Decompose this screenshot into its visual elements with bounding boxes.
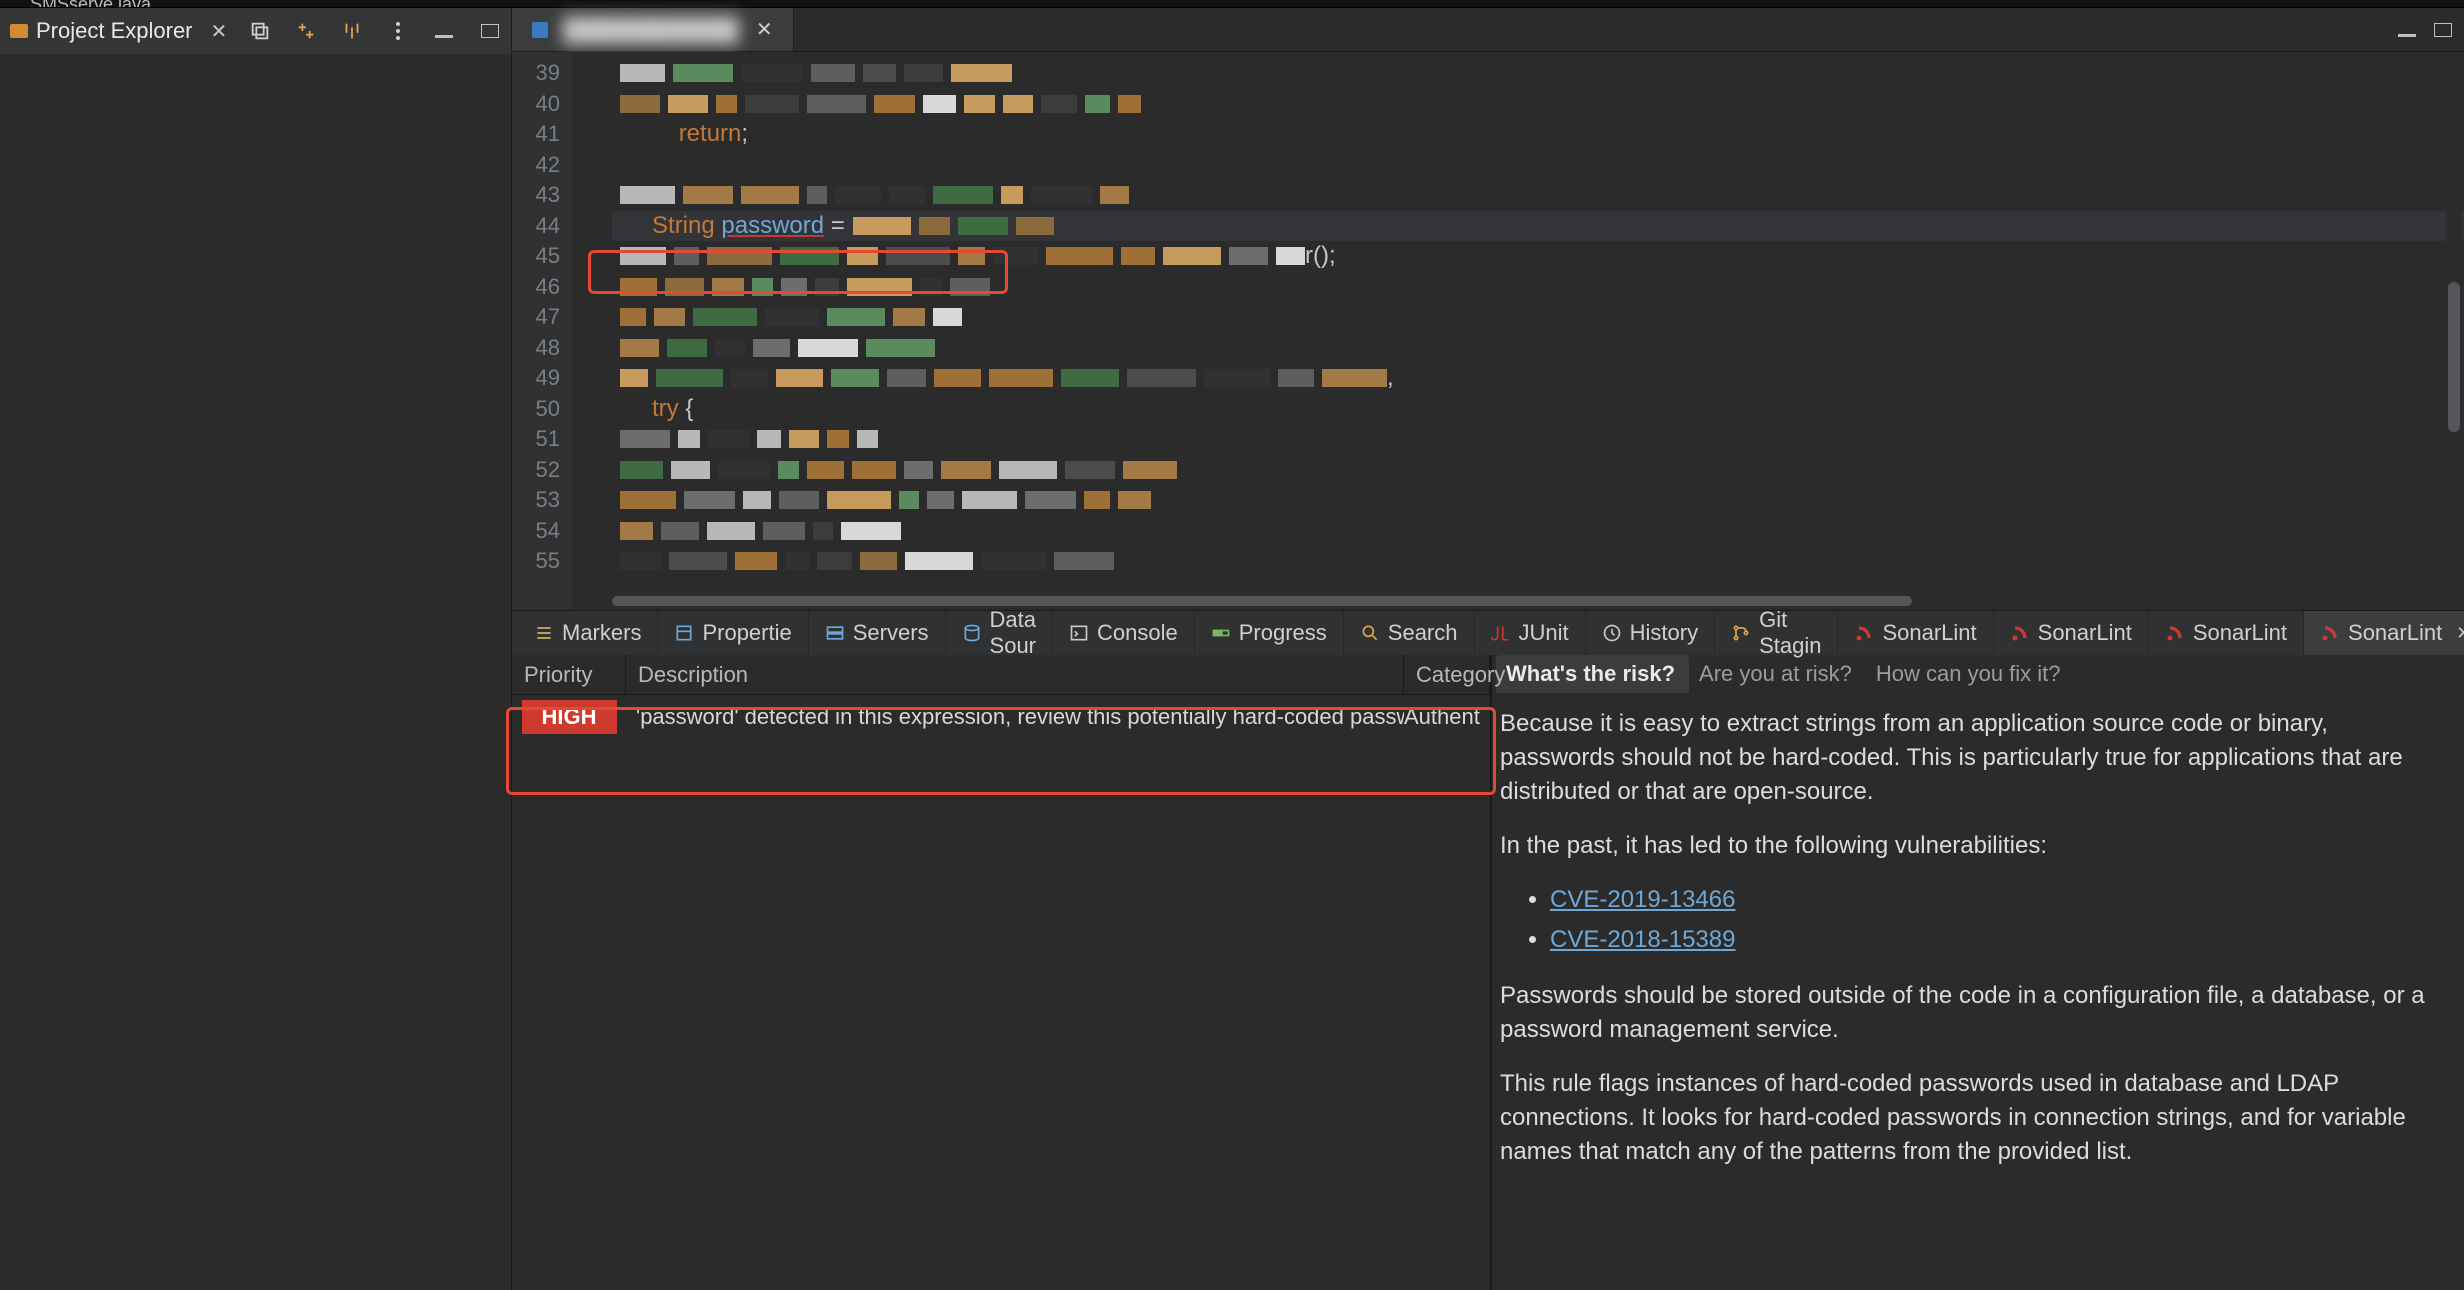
- search-icon: [1360, 623, 1380, 643]
- window-title-strip: SMSserve.java: [0, 0, 2464, 8]
- view-tab-label: SonarLint: [2193, 620, 2287, 646]
- view-tab-label: Progress: [1239, 620, 1327, 646]
- priority-badge: HIGH: [522, 700, 617, 734]
- server-icon: [825, 623, 845, 643]
- code-editor[interactable]: 3940414243444546474849505152535455 retur…: [512, 52, 2464, 610]
- detail-tab[interactable]: How can you fix it?: [1866, 655, 2075, 693]
- view-tab-label: Propertie: [702, 620, 791, 646]
- detail-tab[interactable]: What's the risk?: [1496, 655, 1689, 693]
- project-explorer-title: Project Explorer: [36, 18, 193, 44]
- detail-tabs: What's the risk?Are you at risk?How can …: [1492, 655, 2464, 693]
- code-area[interactable]: return; String password =r();, try {: [572, 52, 2464, 610]
- cve-link[interactable]: CVE-2018-15389: [1550, 926, 1735, 953]
- view-tab-label: Search: [1388, 620, 1458, 646]
- view-tab-servers[interactable]: Servers: [809, 611, 946, 655]
- filter-icon[interactable]: [341, 20, 363, 42]
- view-menu-icon[interactable]: [387, 20, 409, 42]
- editor-tabstrip: ██████████ ✕: [512, 8, 2464, 52]
- issue-row[interactable]: HIGH 'password' detected in this express…: [512, 695, 1490, 739]
- detail-paragraph: This rule flags instances of hard-coded …: [1500, 1067, 2440, 1169]
- editor-tab[interactable]: ██████████ ✕: [512, 8, 794, 51]
- view-tab-sonarlint[interactable]: SonarLint ✕: [2304, 611, 2464, 655]
- view-tab-history[interactable]: History: [1586, 611, 1715, 655]
- sonar-icon: [1854, 623, 1874, 643]
- list-icon: [534, 623, 554, 643]
- detail-body[interactable]: Because it is easy to extract strings fr…: [1492, 693, 2464, 1290]
- close-icon[interactable]: ✕: [756, 17, 773, 42]
- collapse-all-icon[interactable]: [249, 20, 271, 42]
- minimize-editor-icon[interactable]: [2396, 19, 2418, 41]
- col-description[interactable]: Description: [626, 655, 1404, 694]
- line-gutter: 3940414243444546474849505152535455: [512, 52, 572, 610]
- view-tab-label: Console: [1097, 620, 1178, 646]
- view-tab-data-sour[interactable]: Data Sour: [946, 611, 1053, 655]
- java-file-icon: [532, 22, 548, 38]
- folder-icon: [10, 24, 28, 38]
- detail-paragraph: In the past, it has led to the following…: [1500, 829, 2440, 863]
- view-tab-sonarlint[interactable]: SonarLint: [2149, 611, 2304, 655]
- sonar-icon: [2165, 623, 2185, 643]
- view-tab-label: Markers: [562, 620, 641, 646]
- horizontal-scrollbar[interactable]: [572, 594, 2444, 608]
- project-explorer-view: Project Explorer ✕: [0, 8, 512, 1290]
- view-tab-propertie[interactable]: Propertie: [658, 611, 808, 655]
- view-tab-label: Data Sour: [990, 607, 1036, 659]
- view-tab-label: Servers: [853, 620, 929, 646]
- sonar-icon: [2320, 623, 2340, 643]
- view-tab-label: Git Stagin: [1759, 607, 1821, 659]
- issue-details-pane: What's the risk?Are you at risk?How can …: [1492, 655, 2464, 1290]
- history-icon: [1602, 623, 1622, 643]
- minimize-view-icon[interactable]: [433, 20, 455, 42]
- props-icon: [674, 623, 694, 643]
- cve-link[interactable]: CVE-2019-13466: [1550, 886, 1735, 913]
- maximize-editor-icon[interactable]: [2432, 19, 2454, 41]
- view-tab-label: SonarLint: [1882, 620, 1976, 646]
- view-tab-console[interactable]: Console: [1053, 611, 1195, 655]
- view-tab-label: SonarLint: [2348, 620, 2442, 646]
- progress-icon: [1211, 623, 1231, 643]
- issues-header-row: Priority Description Category: [512, 655, 1490, 695]
- view-tab-label: History: [1630, 620, 1698, 646]
- cve-item: CVE-2019-13466: [1550, 883, 2440, 917]
- view-tab-junit[interactable]: JUnit: [1475, 611, 1586, 655]
- junit-icon: [1491, 623, 1511, 643]
- view-tab-search[interactable]: Search: [1344, 611, 1475, 655]
- issue-category: Authent: [1404, 704, 1490, 730]
- view-tab-markers[interactable]: Markers: [518, 611, 658, 655]
- cve-list: CVE-2019-13466 CVE-2018-15389: [1550, 883, 2440, 957]
- view-tab-progress[interactable]: Progress: [1195, 611, 1344, 655]
- view-tab-git-stagin[interactable]: Git Stagin: [1715, 611, 1838, 655]
- title-file: SMSserve.java: [30, 0, 151, 8]
- sonar-icon: [2010, 623, 2030, 643]
- detail-tab[interactable]: Are you at risk?: [1689, 655, 1866, 693]
- link-editor-icon[interactable]: [295, 20, 317, 42]
- detail-paragraph: Passwords should be stored outside of th…: [1500, 979, 2440, 1047]
- db-icon: [962, 623, 982, 643]
- bottom-panel: Markers Propertie Servers Data Sour Console P…: [512, 610, 2464, 1290]
- vertical-scrollbar[interactable]: [2446, 52, 2462, 610]
- view-tab-sonarlint[interactable]: SonarLint: [1838, 611, 1993, 655]
- project-tree[interactable]: [0, 54, 511, 1290]
- detail-paragraph: Because it is easy to extract strings fr…: [1500, 707, 2440, 809]
- col-priority[interactable]: Priority: [512, 655, 626, 694]
- maximize-view-icon[interactable]: [479, 20, 501, 42]
- issues-table: Priority Description Category HIGH 'pass…: [512, 655, 1492, 1290]
- editor-tab-name: ██████████: [564, 17, 740, 43]
- cve-item: CVE-2018-15389: [1550, 923, 2440, 957]
- close-icon[interactable]: ✕: [211, 19, 228, 44]
- view-tab-label: JUnit: [1519, 620, 1569, 646]
- view-tab-sonarlint[interactable]: SonarLint: [1994, 611, 2149, 655]
- close-icon[interactable]: ✕: [2456, 623, 2464, 644]
- git-icon: [1731, 623, 1751, 643]
- col-category[interactable]: Category: [1404, 655, 1490, 694]
- view-tab-label: SonarLint: [2038, 620, 2132, 646]
- view-tabstrip: Markers Propertie Servers Data Sour Console P…: [512, 611, 2464, 655]
- project-explorer-header: Project Explorer ✕: [0, 8, 511, 54]
- console-icon: [1069, 623, 1089, 643]
- issue-description: 'password' detected in this expression, …: [626, 704, 1404, 730]
